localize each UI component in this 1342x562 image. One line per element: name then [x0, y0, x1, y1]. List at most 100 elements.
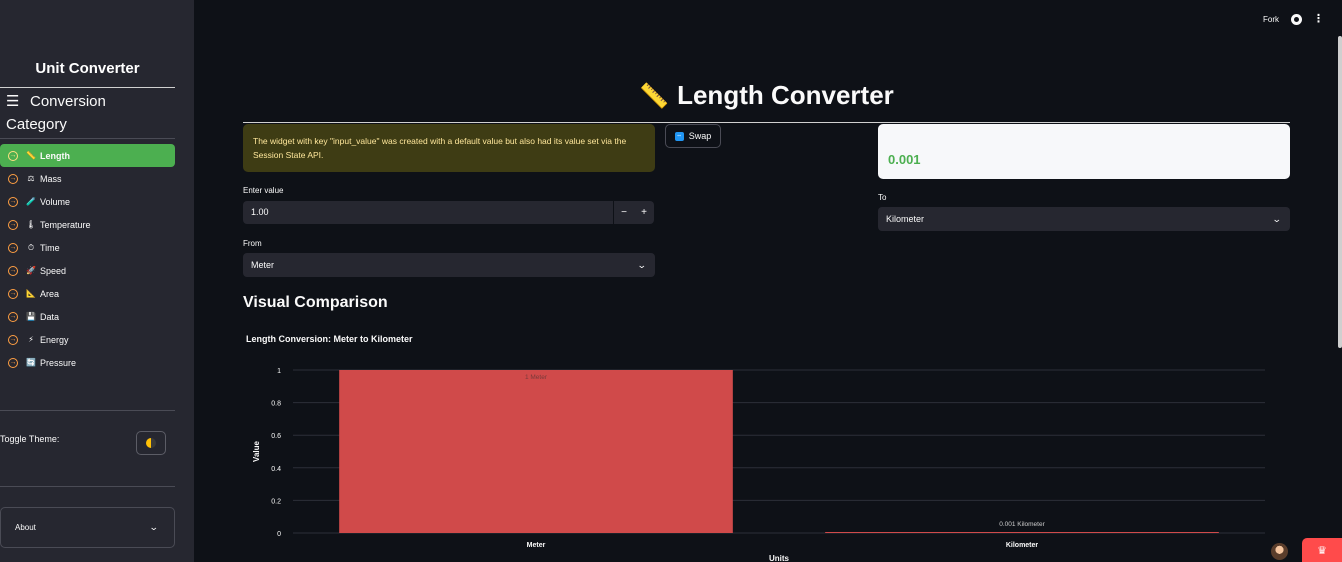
sidebar-divider [0, 87, 175, 88]
swap-button[interactable]: ⇔ Swap [665, 124, 721, 148]
avatar[interactable] [1271, 543, 1288, 560]
page-title: 📏 Length Converter [243, 80, 1290, 111]
sidebar-item-label: Volume [40, 196, 71, 207]
chart-title: Length Conversion: Meter to Kilometer [246, 334, 413, 344]
value-input[interactable]: 1.00 [243, 201, 613, 224]
github-icon[interactable] [1291, 14, 1302, 25]
page-title-text: Length Converter [677, 80, 894, 110]
comparison-chart: 0 0.2 0.4 0.6 0.8 1 1 Meter Meter 0.001 Kilomete… [252, 368, 1265, 562]
sidebar-item-pressure[interactable]: → 🔄 Pressure [0, 351, 175, 374]
volume-icon: 🧪 [26, 197, 36, 206]
sidebar-item-energy[interactable]: → ⚡ Energy [0, 328, 175, 351]
y-axis-title: Value [252, 441, 261, 462]
sidebar-item-label: Data [40, 311, 60, 322]
result-value: 0.001 [888, 152, 921, 167]
sidebar-item-data[interactable]: → 💾 Data [0, 305, 175, 328]
temperature-icon: 🌡 [26, 220, 37, 229]
x-tick-label: Meter [527, 542, 546, 549]
chevron-down-icon: ⌄ [149, 522, 160, 532]
toggle-theme-label: Toggle Theme: [0, 434, 60, 444]
length-icon: 📏 [26, 151, 36, 160]
bar-meter [339, 370, 733, 533]
arrow-circle-icon: → [8, 242, 18, 253]
sidebar-item-label: Time [40, 242, 60, 253]
category-heading: ☰ Conversion Category [6, 90, 176, 136]
sidebar-item-mass[interactable]: → ⚖ Mass [0, 167, 175, 190]
arrow-circle-icon: → [8, 219, 18, 230]
y-tick-label: 0.6 [271, 433, 281, 440]
increment-button[interactable]: + [641, 207, 647, 218]
swap-icon: ⇔ [674, 131, 684, 141]
y-tick-label: 0.8 [271, 401, 281, 408]
area-icon: 📐 [26, 289, 36, 298]
scrollbar[interactable] [1338, 36, 1342, 348]
arrow-circle-icon: → [8, 334, 18, 345]
sidebar-title: Unit Converter [35, 60, 140, 77]
mass-icon: ⚖ [27, 174, 35, 183]
sidebar-item-label: Energy [40, 334, 69, 345]
crown-icon[interactable]: ♛ [1302, 538, 1342, 562]
chevron-down-icon: ⌄ [1272, 213, 1283, 224]
about-label: About [15, 523, 36, 532]
energy-icon: ⚡ [28, 335, 34, 344]
ruler-icon: 📏 [639, 83, 670, 110]
data-label: 1 Meter [525, 374, 548, 381]
arrow-circle-icon: → [8, 357, 18, 368]
about-expander[interactable]: About ⌄ [0, 507, 175, 548]
from-unit-value: Meter [251, 260, 275, 270]
sidebar-item-volume[interactable]: → 🧪 Volume [0, 190, 175, 213]
arrow-circle-icon: → [8, 288, 18, 299]
bar-kilometer [825, 532, 1219, 533]
theme-toggle-button[interactable] [136, 431, 166, 455]
sidebar: Unit Converter ☰ Conversion Category → 📏 Le… [0, 0, 194, 562]
sidebar-item-label: Speed [40, 265, 67, 276]
sidebar-item-length[interactable]: → 📏 Length [0, 144, 175, 167]
sidebar-item-label: Pressure [40, 357, 77, 368]
y-tick-label: 1 [277, 368, 281, 375]
sidebar-divider [0, 138, 175, 139]
sidebar-divider [0, 486, 175, 487]
sidebar-item-label: Mass [40, 173, 62, 184]
from-label: From [243, 239, 262, 248]
to-unit-value: Kilometer [886, 214, 925, 224]
sidebar-divider [0, 410, 175, 411]
pressure-icon: 🔄 [26, 358, 36, 367]
category-heading-line1: Conversion [30, 93, 106, 110]
category-heading-line2: Category [6, 116, 67, 133]
sidebar-item-label: Temperature [40, 219, 91, 230]
y-tick-label: 0.4 [271, 466, 281, 473]
data-icon: 💾 [26, 312, 36, 321]
swap-label: Swap [688, 131, 712, 141]
x-tick-label: Kilometer [1006, 542, 1039, 549]
half-moon-icon [146, 438, 156, 448]
sidebar-item-speed[interactable]: → 🚀 Speed [0, 259, 175, 282]
y-tick-label: 0 [277, 531, 281, 538]
fork-button[interactable]: Fork [1263, 15, 1279, 24]
sidebar-item-area[interactable]: → 📐 Area [0, 282, 175, 305]
decrement-button[interactable]: − [621, 207, 627, 218]
section-title: Visual Comparison [243, 294, 388, 311]
y-tick-label: 0.2 [271, 498, 281, 505]
result-box: 0.001 [878, 124, 1290, 179]
menu-icon: ☰ [6, 93, 20, 110]
category-menu: → 📏 Length → ⚖ Mass → 🧪 Volume → 🌡 Temperature → ⏱ Tim… [0, 144, 175, 374]
arrow-circle-icon: → [8, 150, 18, 161]
arrow-circle-icon: → [8, 196, 18, 207]
arrow-circle-icon: → [8, 173, 18, 184]
x-axis-title: Units [769, 554, 790, 562]
sidebar-item-time[interactable]: → ⏱ Time [0, 236, 175, 259]
speed-icon: 🚀 [26, 266, 36, 275]
value-stepper: − + [614, 201, 654, 224]
data-label: 0.001 Kilometer [999, 521, 1045, 528]
more-options-icon[interactable]: ⋮ [1313, 12, 1324, 25]
arrow-circle-icon: → [8, 265, 18, 276]
from-unit-select[interactable]: Meter ⌄ [243, 253, 655, 277]
time-icon: ⏱ [27, 242, 35, 252]
to-unit-select[interactable]: Kilometer ⌄ [878, 207, 1290, 231]
title-divider [243, 122, 1290, 123]
enter-value-label: Enter value [243, 186, 284, 195]
warning-alert: The widget with key "input_value" was cr… [243, 124, 655, 172]
chevron-down-icon: ⌄ [637, 259, 648, 270]
sidebar-item-temperature[interactable]: → 🌡 Temperature [0, 213, 175, 236]
arrow-circle-icon: → [8, 311, 18, 322]
